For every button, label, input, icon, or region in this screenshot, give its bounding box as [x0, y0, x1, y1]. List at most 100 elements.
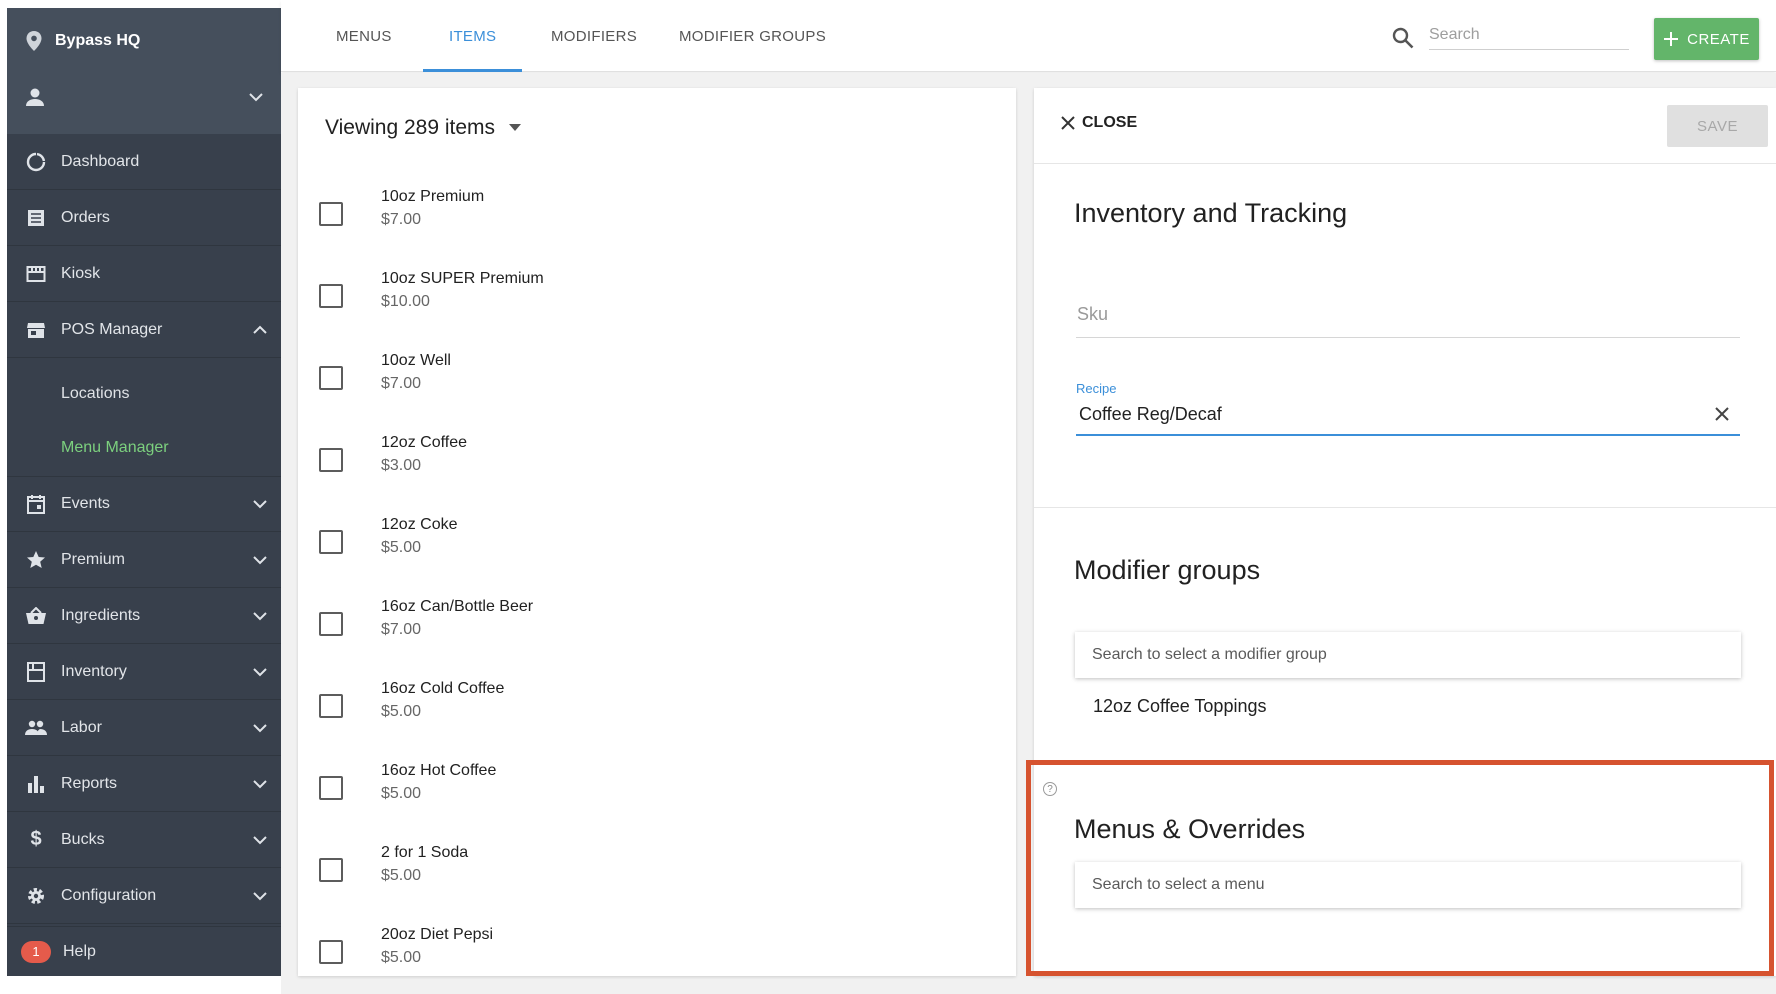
tab-modifiers[interactable]: MODIFIERS [551, 0, 637, 72]
orders-icon [25, 207, 47, 229]
dashboard-icon [25, 151, 47, 173]
sidebar-item-inventory[interactable]: Inventory [7, 644, 281, 700]
item-checkbox[interactable] [319, 694, 343, 718]
modifier-group-item[interactable]: 12oz Coffee Toppings [1093, 696, 1266, 717]
sidebar-item-configuration[interactable]: Configuration [7, 868, 281, 924]
sidebar-item-dashboard[interactable]: Dashboard [7, 134, 281, 190]
item-checkbox[interactable] [319, 284, 343, 308]
tab-items[interactable]: ITEMS [422, 0, 523, 72]
chevron-down-icon [253, 500, 267, 509]
gear-icon [25, 885, 47, 907]
bar-chart-icon [25, 773, 47, 795]
viewing-count: Viewing 289 items [325, 116, 496, 139]
item-detail-panel: CLOSE SAVE Inventory and Tracking Sku Re… [1034, 88, 1776, 976]
item-checkbox[interactable] [319, 940, 343, 964]
location-pin-icon [26, 31, 42, 51]
list-item[interactable]: 16oz Cold Coffee $5.00 [298, 680, 1016, 762]
sidebar-item-reports[interactable]: Reports [7, 756, 281, 812]
list-item[interactable]: 12oz Coke $5.00 [298, 516, 1016, 598]
sidebar-item-label: Ingredients [61, 606, 141, 624]
item-checkbox[interactable] [319, 530, 343, 554]
item-checkbox[interactable] [319, 202, 343, 226]
sidebar-item-orders[interactable]: Orders [7, 190, 281, 246]
location-selector[interactable]: Bypass HQ [25, 30, 140, 52]
viewing-dropdown[interactable]: Viewing 289 items [325, 116, 522, 140]
inventory-section-title: Inventory and Tracking [1074, 198, 1348, 228]
sidebar-subitem-menu-manager[interactable]: Menu Manager [7, 421, 281, 475]
sidebar-item-label: Labor [61, 718, 102, 736]
sidebar-item-label: Orders [61, 208, 110, 226]
item-price: $7.00 [381, 375, 422, 392]
sidebar-help[interactable]: 1 Help [7, 926, 281, 976]
tab-modifier-groups[interactable]: MODIFIER GROUPS [679, 0, 826, 72]
item-price: $5.00 [381, 867, 422, 884]
user-icon [26, 88, 44, 106]
list-item[interactable]: 10oz SUPER Premium $10.00 [298, 270, 1016, 352]
sidebar-item-kiosk[interactable]: Kiosk [7, 246, 281, 302]
item-name: 16oz Hot Coffee [381, 762, 497, 779]
sidebar-subitem-locations[interactable]: Locations [7, 367, 281, 421]
sidebar-item-premium[interactable]: Premium [7, 532, 281, 588]
search [1391, 18, 1631, 52]
app-frame: Bypass HQ Dashboard Orders Kiosk POS Man… [0, 0, 1776, 994]
sidebar-item-pos-manager[interactable]: POS Manager [7, 302, 281, 358]
list-item[interactable]: 16oz Hot Coffee $5.00 [298, 762, 1016, 844]
sidebar-item-ingredients[interactable]: Ingredients [7, 588, 281, 644]
user-menu[interactable] [25, 82, 265, 112]
clear-icon[interactable] [1712, 404, 1732, 424]
item-checkbox[interactable] [319, 448, 343, 472]
create-label: CREATE [1687, 30, 1750, 48]
item-checkbox[interactable] [319, 612, 343, 636]
item-price: $7.00 [381, 621, 422, 638]
list-item[interactable]: 20oz Diet Pepsi $5.00 [298, 926, 1016, 976]
list-item[interactable]: 10oz Premium $7.00 [298, 188, 1016, 270]
sidebar-item-bucks[interactable]: $ Bucks [7, 812, 281, 868]
recipe-field[interactable]: Coffee Reg/Decaf [1076, 398, 1740, 436]
create-button[interactable]: CREATE [1654, 18, 1759, 60]
divider [1034, 507, 1776, 508]
inventory-icon [25, 661, 47, 683]
item-name: 12oz Coke [381, 516, 458, 533]
modifier-group-search[interactable]: Search to select a modifier group [1075, 632, 1741, 678]
list-item[interactable]: 16oz Can/Bottle Beer $7.00 [298, 598, 1016, 680]
chevron-down-icon [253, 835, 267, 844]
sidebar-item-label: POS Manager [61, 320, 163, 338]
chevron-down-icon [253, 611, 267, 620]
item-name: 2 for 1 Soda [381, 844, 469, 861]
item-price: $5.00 [381, 785, 422, 802]
sku-field[interactable]: Sku [1076, 296, 1740, 338]
modifier-groups-title: Modifier groups [1074, 555, 1261, 585]
item-checkbox[interactable] [319, 366, 343, 390]
menu-search[interactable]: Search to select a menu [1075, 862, 1741, 908]
item-checkbox[interactable] [319, 858, 343, 882]
chevron-down-icon [253, 891, 267, 900]
save-button[interactable]: SAVE [1667, 105, 1768, 147]
sidebar-item-label: Premium [61, 550, 126, 568]
tab-menus[interactable]: MENUS [336, 0, 392, 72]
sidebar-item-label: Dashboard [61, 152, 140, 170]
sidebar-item-label: Events [61, 495, 110, 512]
sidebar-item-label: Configuration [61, 886, 157, 904]
divider [1034, 163, 1776, 164]
kiosk-icon [25, 263, 47, 285]
item-name: 12oz Coffee [381, 434, 467, 451]
sidebar-item-label: Inventory [61, 662, 127, 680]
store-icon [25, 319, 47, 341]
search-icon[interactable] [1391, 26, 1415, 50]
help-icon[interactable]: ? [1043, 782, 1057, 796]
list-item[interactable]: 10oz Well $7.00 [298, 352, 1016, 434]
menus-overrides-title: Menus & Overrides [1074, 814, 1306, 844]
top-bar: MENUS ITEMS MODIFIERS MODIFIER GROUPS CR… [281, 0, 1776, 72]
item-name: 10oz SUPER Premium [381, 270, 544, 287]
sidebar-item-labor[interactable]: Labor [7, 700, 281, 756]
item-checkbox[interactable] [319, 776, 343, 800]
list-item[interactable]: 12oz Coffee $3.00 [298, 434, 1016, 516]
chevron-down-icon [253, 723, 267, 732]
recipe-label: Recipe [1076, 381, 1117, 396]
sidebar-item-events[interactable]: Events [7, 476, 281, 532]
list-item[interactable]: 2 for 1 Soda $5.00 [298, 844, 1016, 926]
search-input[interactable] [1429, 20, 1629, 50]
item-price: $10.00 [381, 293, 430, 310]
chevron-down-icon [253, 779, 267, 788]
close-button[interactable]: CLOSE [1060, 114, 1137, 132]
